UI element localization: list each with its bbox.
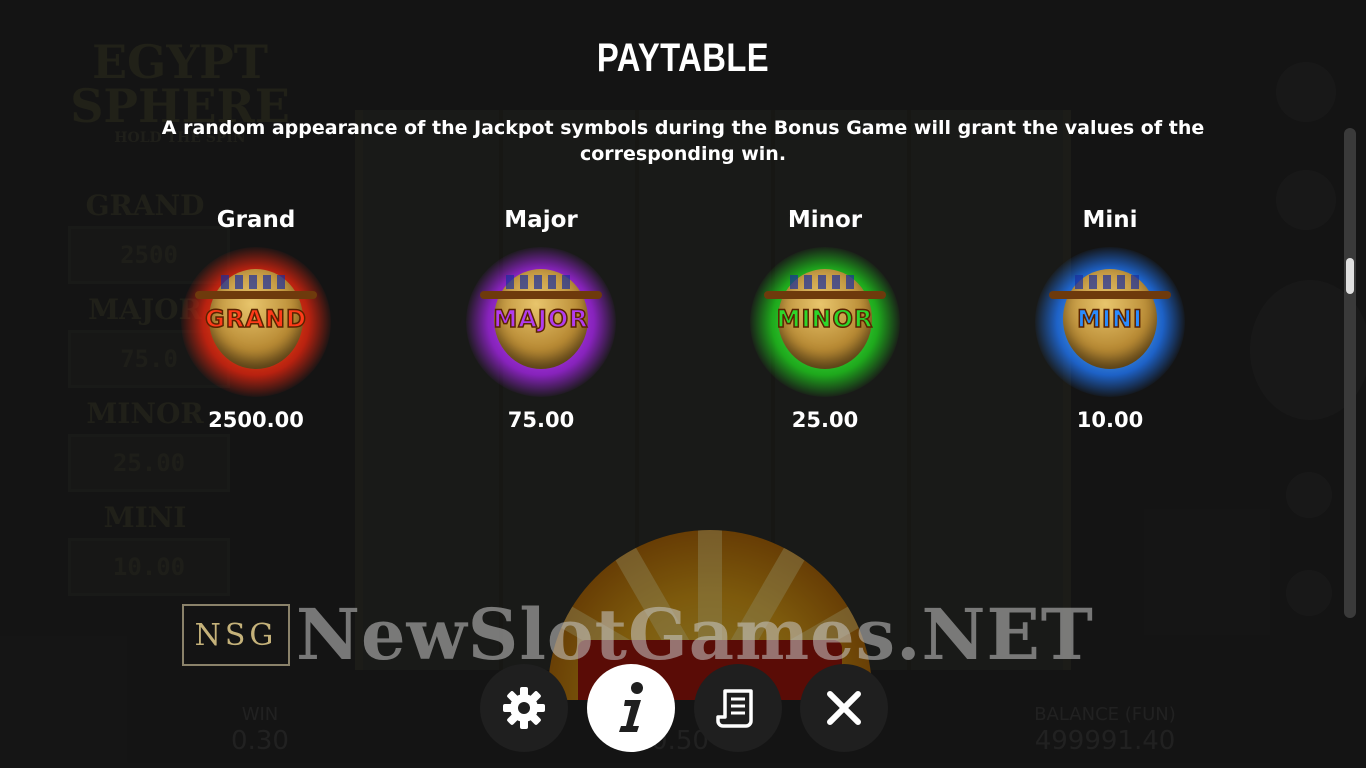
scrollbar-thumb[interactable] (1346, 258, 1354, 294)
jackpot-mini: Mini MINI 10.00 (1010, 205, 1210, 433)
close-icon (824, 688, 864, 728)
settings-button[interactable] (480, 664, 568, 752)
paytable-description: A random appearance of the Jackpot symbo… (161, 117, 1205, 165)
jackpot-minor: Minor MINOR 25.00 (725, 205, 925, 433)
watermark-logo: NSG (182, 604, 290, 666)
page-title: PAYTABLE (596, 36, 770, 80)
jackpot-major: Major MAJOR 75.00 (441, 205, 641, 433)
jackpot-name: Major (504, 207, 578, 233)
mini-orb-icon: MINI (1035, 247, 1185, 397)
rules-button[interactable] (694, 664, 782, 752)
info-button[interactable] (587, 664, 675, 752)
minor-orb-icon: MINOR (750, 247, 900, 397)
grand-orb-icon: GRAND (181, 247, 331, 397)
jackpot-name: Grand (216, 207, 296, 233)
jackpot-name: Minor (787, 207, 863, 233)
paytable-scrollbar[interactable] (1344, 128, 1356, 618)
watermark-text: NewSlotGames.NET (296, 593, 1094, 676)
major-orb-icon: MAJOR (466, 247, 616, 397)
jackpot-name: Mini (1082, 207, 1138, 233)
jackpot-value: 75.00 (507, 408, 575, 432)
close-button[interactable] (800, 664, 888, 752)
jackpot-grand: Grand GRAND 2500.00 (156, 205, 356, 433)
gear-icon (501, 685, 547, 731)
info-icon (611, 680, 651, 736)
jackpot-value: 2500.00 (208, 408, 304, 432)
jackpot-value: 25.00 (791, 408, 859, 432)
jackpot-value: 10.00 (1076, 408, 1144, 432)
scroll-icon (715, 685, 761, 731)
